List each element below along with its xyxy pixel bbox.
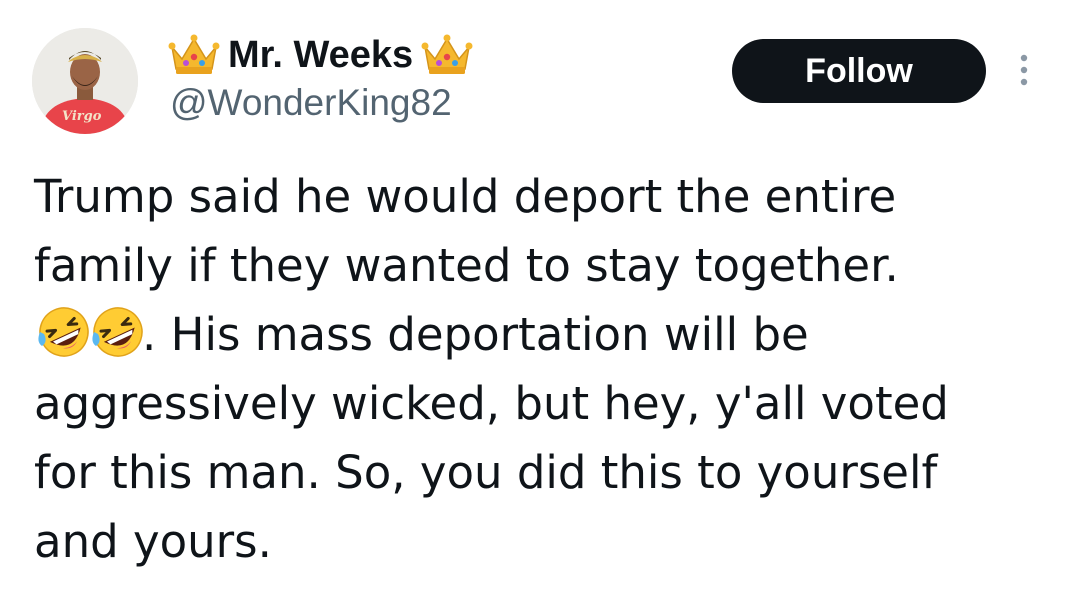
rolling-on-floor-laughing-emoji-icon	[38, 307, 89, 357]
rolling-on-floor-laughing-emoji-icon	[92, 307, 143, 357]
avatar-shirt-text: Virgo	[62, 109, 102, 124]
tweet-line: and yours.	[34, 515, 272, 568]
tweet-line-text: . His mass deportation will be	[142, 308, 809, 361]
avatar[interactable]: Virgo	[32, 28, 138, 134]
more-vertical-icon[interactable]	[1014, 52, 1034, 88]
tweet-line: family if they wanted to stay together.	[34, 239, 899, 292]
author-display-name[interactable]: Mr. Weeks	[228, 34, 413, 77]
tweet-line: . His mass deportation will be	[34, 300, 1044, 369]
crown-icon	[168, 34, 220, 74]
crown-icon	[421, 34, 473, 74]
follow-button[interactable]: Follow	[732, 39, 986, 103]
tweet-body: Trump said he would deport the entire fa…	[34, 162, 1044, 576]
author-handle[interactable]: @WonderKing82	[170, 82, 452, 124]
tweet-line: aggressively wicked, but hey, y'all vote…	[34, 377, 949, 430]
tweet-line: for this man. So, you did this to yourse…	[34, 446, 938, 499]
author-name-row[interactable]: Mr. Weeks	[168, 30, 473, 80]
avatar-photo-icon: Virgo	[32, 28, 138, 134]
tweet-line: Trump said he would deport the entire	[34, 170, 897, 223]
tweet-card: Virgo Mr. Weeks @WonderKing82 Follow Tru…	[0, 0, 1080, 597]
